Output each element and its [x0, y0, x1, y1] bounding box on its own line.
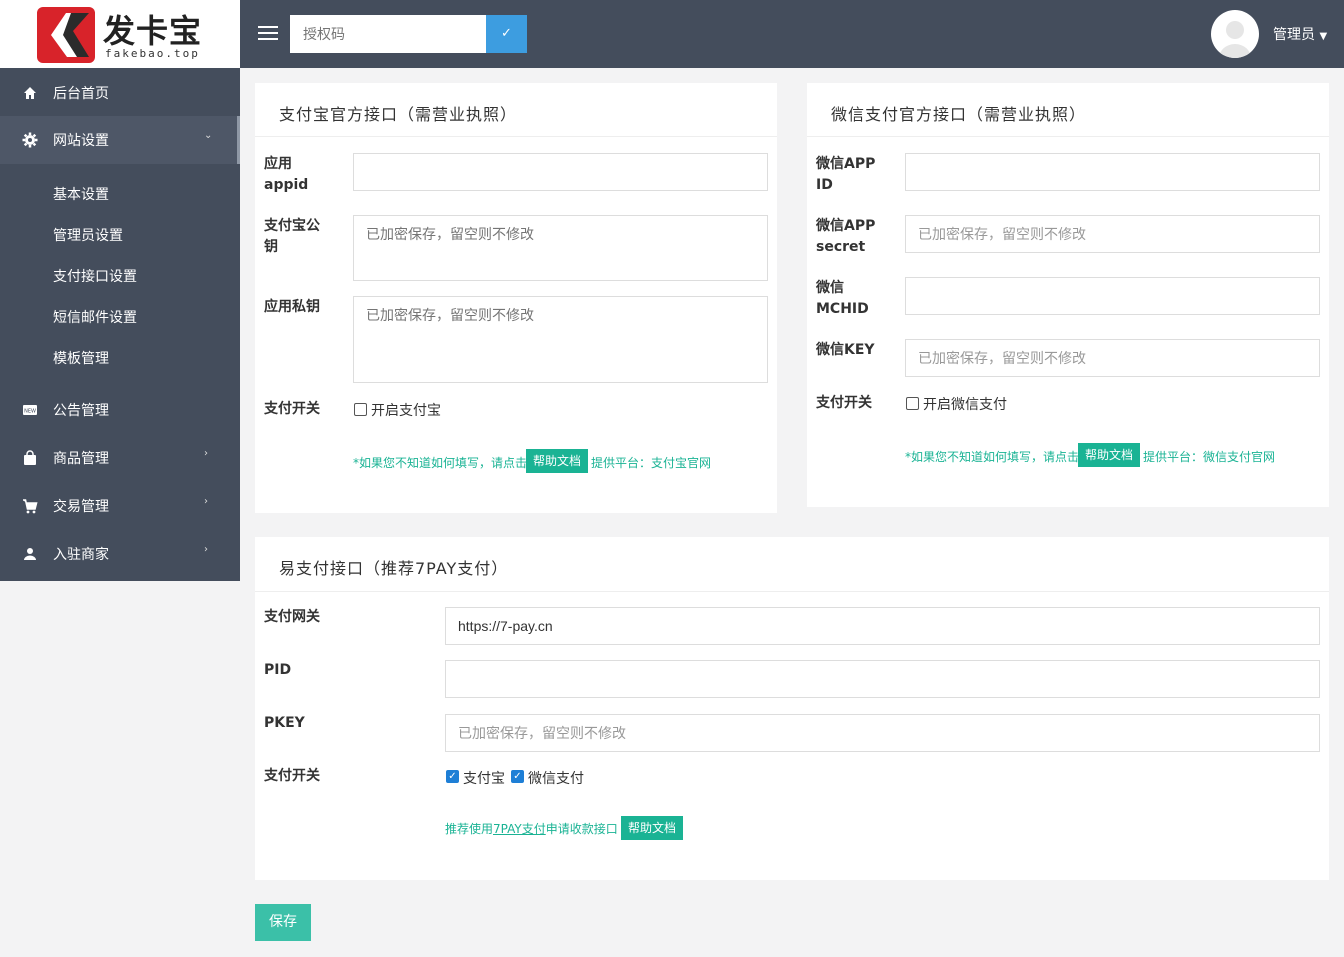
alipay-help-button[interactable]: 帮助文档 — [526, 449, 589, 473]
chevron-right-icon: › — [204, 496, 208, 507]
alipay-appid-input[interactable] — [353, 153, 768, 191]
logo-mark-icon — [37, 7, 95, 63]
epay-switch-label: 支付开关 — [264, 768, 320, 784]
home-icon — [24, 87, 36, 99]
epay-wechat-checkbox[interactable]: ✓ — [511, 770, 524, 783]
epay-pkey-input[interactable] — [445, 714, 1320, 752]
epay-pid-label: PID — [264, 662, 292, 678]
alipay-hint-pre: *如果您不知道如何填写，请点击 — [353, 456, 528, 470]
wechat-key-input[interactable] — [905, 339, 1320, 377]
wechat-enable-label[interactable]: 开启微信支付 — [923, 394, 1007, 414]
sidebar: 发卡宝 fakebao.top 后台首页 网站设置 ⌄ 基本设置 管理员设置 支… — [0, 0, 240, 581]
nav-announcement-label: 公告管理 — [53, 403, 109, 419]
epay-gateway-label: 支付网关 — [264, 609, 320, 625]
nav-home-label: 后台首页 — [53, 86, 109, 102]
avatar-silhouette-icon — [1219, 21, 1251, 58]
nav-home[interactable]: 后台首页 — [0, 69, 240, 117]
wechat-appid-input[interactable] — [905, 153, 1320, 191]
check-icon: ✓ — [501, 26, 512, 41]
chevron-down-icon: ⌄ — [204, 130, 213, 141]
wechat-help-button[interactable]: 帮助文档 — [1078, 443, 1141, 467]
alipay-switch-label: 支付开关 — [264, 401, 320, 417]
nav-site-settings[interactable]: 网站设置 ⌄ — [0, 116, 240, 164]
avatar[interactable] — [1211, 10, 1259, 58]
subnav-admin[interactable]: 管理员设置 — [53, 225, 123, 245]
alipay-privkey-textarea[interactable] — [353, 296, 768, 383]
alipay-pubkey-label: 支付宝公钥 — [264, 218, 320, 255]
subnav-payment[interactable]: 支付接口设置 — [53, 266, 137, 286]
alipay-panel: 支付宝官方接口（需营业执照） 应用appid 支付宝公钥 应用私钥 支付开关 开… — [255, 83, 777, 513]
wechat-appid-label: 微信APP ID — [816, 156, 876, 193]
epay-hint-pre: 推荐使用 — [445, 822, 494, 836]
epay-alipay-label[interactable]: 支付宝 — [463, 768, 505, 788]
epay-panel-header: 易支付接口（推荐7PAY支付） — [255, 537, 1329, 592]
subnav-template[interactable]: 模板管理 — [53, 348, 109, 368]
wechat-key-label: 微信KEY — [816, 342, 875, 358]
alipay-pubkey-textarea[interactable] — [353, 215, 768, 281]
logo[interactable]: 发卡宝 fakebao.top — [0, 0, 240, 68]
wechat-secret-input[interactable] — [905, 215, 1320, 253]
alipay-enable-label[interactable]: 开启支付宝 — [371, 400, 441, 420]
alipay-panel-header: 支付宝官方接口（需营业执照） — [255, 83, 777, 137]
wechat-title: 微信支付官方接口（需营业执照） — [831, 105, 1087, 124]
epay-panel: 易支付接口（推荐7PAY支付） 支付网关 PID PKEY 支付开关 ✓ 支付宝… — [255, 537, 1329, 880]
wechat-hint: *如果您不知道如何填写，请点击 — [905, 450, 1080, 464]
alipay-privkey-label: 应用私钥 — [264, 299, 320, 315]
epay-hint-post: 申请收款接口 — [545, 822, 618, 836]
bag-icon — [24, 450, 36, 465]
wechat-panel: 微信支付官方接口（需营业执照） 微信APP ID 微信APP secret 微信… — [807, 83, 1329, 507]
chevron-right-icon: › — [204, 448, 208, 459]
subnav-sms-email[interactable]: 短信邮件设置 — [53, 307, 137, 327]
wechat-secret-label: 微信APP secret — [816, 218, 876, 255]
epay-wechat-label[interactable]: 微信支付 — [528, 768, 584, 788]
epay-help-button[interactable]: 帮助文档 — [621, 816, 684, 840]
epay-pid-input[interactable] — [445, 660, 1320, 698]
epay-title: 易支付接口（推荐7PAY支付） — [279, 559, 509, 578]
logo-text: 发卡宝 — [103, 12, 203, 50]
auth-submit-button[interactable]: ✓ — [486, 15, 527, 53]
topbar: ✓ 管理员 ▼ — [240, 0, 1344, 68]
wechat-enable-checkbox[interactable] — [906, 397, 919, 410]
nav-merchants[interactable]: 入驻商家 › — [0, 530, 240, 578]
wechat-hint-platform: 提供平台：微信支付官网 — [1143, 450, 1276, 464]
admin-name: 管理员 — [1273, 27, 1315, 43]
chevron-right-icon: › — [204, 544, 208, 555]
admin-menu[interactable]: 管理员 ▼ — [1273, 24, 1327, 44]
save-button[interactable]: 保存 — [255, 904, 311, 941]
subnav-basic[interactable]: 基本设置 — [53, 184, 109, 204]
wechat-mchid-label: 微信MCHID — [816, 280, 869, 317]
epay-7pay-link[interactable]: 7PAY支付 — [493, 822, 546, 836]
logo-subtext: fakebao.top — [105, 47, 200, 60]
alipay-enable-checkbox[interactable] — [354, 403, 367, 416]
news-icon: NEW — [23, 405, 37, 415]
alipay-appid-label: 应用appid — [264, 156, 309, 193]
wechat-panel-header: 微信支付官方接口（需营业执照） — [807, 83, 1329, 137]
caret-down-icon: ▼ — [1319, 31, 1328, 42]
svg-text:NEW: NEW — [24, 409, 36, 415]
epay-gateway-input[interactable] — [445, 607, 1320, 645]
nav-products-label: 商品管理 — [53, 451, 109, 467]
nav-trade[interactable]: 交易管理 › — [0, 482, 240, 530]
alipay-hint: *如果您不知道如何填写，请点击 — [353, 454, 527, 471]
nav-merchants-label: 入驻商家 — [53, 547, 109, 563]
user-icon — [24, 548, 36, 560]
wechat-switch-label: 支付开关 — [816, 395, 872, 411]
epay-alipay-checkbox[interactable]: ✓ — [446, 770, 459, 783]
epay-hint: 推荐使用7PAY支付申请收款接口 — [445, 820, 618, 837]
epay-pkey-label: PKEY — [264, 715, 305, 731]
gear-icon — [22, 132, 38, 148]
nav-products[interactable]: 商品管理 › — [0, 434, 240, 482]
wechat-mchid-input[interactable] — [905, 277, 1320, 315]
nav-announcement[interactable]: NEW 公告管理 — [0, 386, 240, 434]
nav-trade-label: 交易管理 — [53, 499, 109, 515]
alipay-title: 支付宝官方接口（需营业执照） — [279, 105, 518, 124]
alipay-hint-platform: 提供平台：支付宝官网 — [591, 456, 712, 470]
auth-code-input[interactable] — [290, 15, 487, 53]
menu-toggle-icon[interactable] — [258, 26, 278, 41]
nav-site-settings-label: 网站设置 — [53, 133, 109, 149]
cart-icon — [23, 499, 38, 514]
